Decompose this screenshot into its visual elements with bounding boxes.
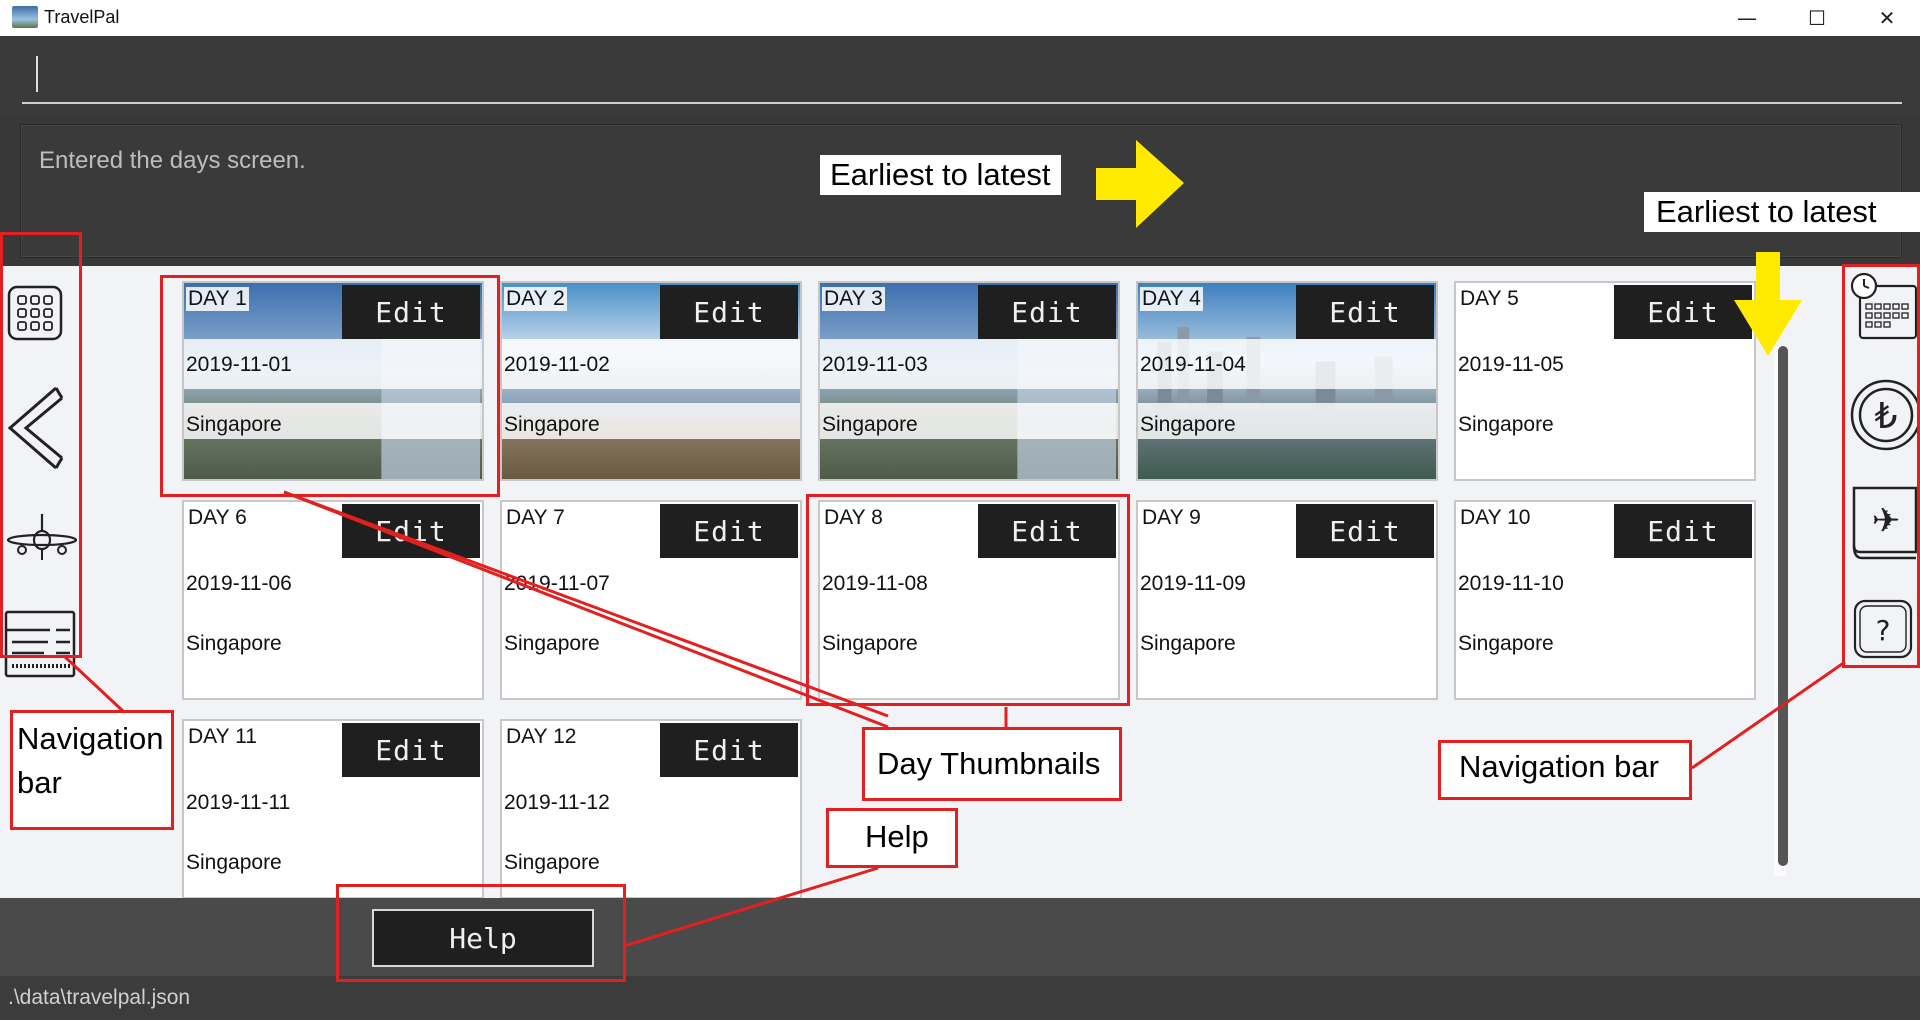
annotation-box-left-nav (0, 232, 82, 658)
annotation-day-thumbnails: Day Thumbnails (862, 727, 1122, 801)
down-arrow-icon (1734, 252, 1802, 356)
annotation-earliest-right: Earliest to latest (1644, 192, 1920, 232)
annotation-box-day8 (806, 494, 1130, 706)
annotation-nav-right: Navigation bar (1438, 740, 1692, 800)
annotation-nav-left: Navigation bar (10, 710, 174, 830)
annotation-help: Help (826, 808, 958, 868)
right-arrow-icon (1096, 140, 1184, 228)
annotation-box-day1 (160, 275, 500, 497)
annotation-box-help-button (336, 884, 626, 982)
annotation-earliest-top: Earliest to latest (820, 155, 1061, 195)
annotation-box-right-nav (1842, 264, 1920, 668)
